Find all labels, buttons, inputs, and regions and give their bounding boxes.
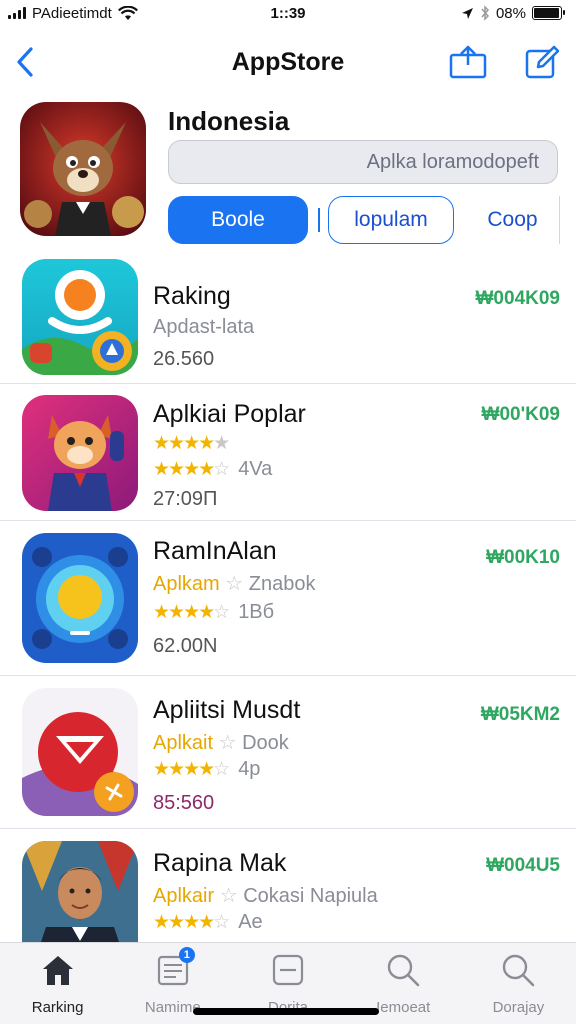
back-chevron-icon xyxy=(17,47,33,77)
list-item[interactable]: RamInAlan Aplkam ☆ Znabok ★★★★☆ 1Bб 62.0… xyxy=(0,521,576,676)
star-outline-icon: ☆ xyxy=(225,573,244,595)
battery-percent: 08% xyxy=(495,4,526,22)
segment-lopulam[interactable]: lopulam xyxy=(328,196,454,244)
star-rating-icon: ★★★★★ xyxy=(153,433,230,454)
rating-label: 4p xyxy=(238,758,261,780)
app-title: Raking xyxy=(153,282,231,310)
bluetooth-icon xyxy=(481,5,489,21)
wifi-icon xyxy=(117,5,138,20)
star-outline-icon: ☆ xyxy=(218,732,237,754)
battery-icon xyxy=(532,6,565,20)
segment-divider xyxy=(318,208,320,232)
app-subtitle-line: Aplkam ☆ Znabok xyxy=(153,571,315,596)
app-subtitle: Dook xyxy=(242,732,289,754)
app-title: RamInAlan xyxy=(153,537,277,565)
app-count: 27:09Π xyxy=(153,488,218,510)
app-rating: ★★★★☆ 4p xyxy=(153,758,260,781)
notification-badge: 1 xyxy=(178,947,195,963)
star-rating-icon: ★★★★☆ xyxy=(153,912,230,933)
tab-label: Iemoeat xyxy=(376,999,431,1016)
list-item[interactable]: Raking Apdast-lata 26.560 ₩004K09 xyxy=(0,250,576,384)
app-price[interactable]: ₩004U5 xyxy=(486,855,560,877)
app-category: Aplkait xyxy=(153,732,214,754)
app-count: 85:560 xyxy=(153,792,215,814)
app-icon xyxy=(22,841,138,943)
star-outline-icon: ☆ xyxy=(219,885,238,907)
app-count: 62.00N xyxy=(153,635,218,657)
rating-label: Ae xyxy=(238,911,263,933)
app-title: Rapina Mak xyxy=(153,849,287,877)
status-time: 1::39 xyxy=(270,4,306,22)
tab-rarking[interactable]: Rarking xyxy=(0,943,115,1024)
app-price[interactable]: ₩00'K09 xyxy=(482,404,560,426)
app-icon xyxy=(22,259,138,375)
tab-label: Namime xyxy=(144,999,201,1016)
list-item[interactable]: Aplkiai Poplar ★★★★★ ★★★★☆ 4Va 27:09Π ₩0… xyxy=(0,384,576,521)
list-icon xyxy=(268,951,308,989)
app-category: Aplkair xyxy=(153,885,215,907)
rating-label: 4Va xyxy=(238,458,273,480)
search-field[interactable] xyxy=(168,140,558,184)
app-list: Raking Apdast-lata 26.560 ₩004K09 Aplkia… xyxy=(0,250,576,943)
segment-boole[interactable]: Boole xyxy=(168,196,308,244)
star-rating-icon: ★★★★☆ xyxy=(153,759,230,780)
compose-icon xyxy=(525,45,560,79)
search-icon xyxy=(383,951,423,989)
app-rating-small: ★★★★★ xyxy=(153,432,230,455)
star-rating-icon: ★★★★☆ xyxy=(153,602,230,623)
compose-button[interactable] xyxy=(522,42,562,82)
app-rating: ★★★★☆ 4Va xyxy=(153,458,272,481)
app-title: Aplkiai Poplar xyxy=(153,400,306,428)
app-icon xyxy=(22,533,138,663)
app-icon xyxy=(22,688,138,816)
app-subtitle: Znabok xyxy=(248,573,316,595)
nav-bar: AppStore xyxy=(0,36,576,88)
app-subtitle: Apdast-lata xyxy=(153,316,255,338)
page-title: AppStore xyxy=(231,47,345,76)
list-item[interactable]: Rapina Mak Aplkair ☆ Cokasi Napiula ★★★★… xyxy=(0,829,576,943)
app-subtitle-line: Aplkait ☆ Dook xyxy=(153,730,289,755)
rating-label: 1Bб xyxy=(238,601,275,623)
home-indicator[interactable] xyxy=(193,1008,379,1015)
app-rating: ★★★★☆ 1Bб xyxy=(153,601,274,624)
app-rating: ★★★★☆ Ae xyxy=(153,911,263,934)
search-input[interactable] xyxy=(169,150,539,174)
status-bar: PAdieetimdt 1::39 08% xyxy=(0,0,576,26)
share-icon xyxy=(449,45,487,79)
search-icon xyxy=(498,951,538,989)
signal-icon xyxy=(8,7,26,19)
app-price[interactable]: ₩004K09 xyxy=(476,288,561,310)
app-category: Aplkam xyxy=(153,573,220,595)
carrier-label: PAdieetimdt xyxy=(32,4,112,22)
featured-app-icon[interactable] xyxy=(20,102,146,236)
news-icon: 1 xyxy=(153,947,195,989)
app-subtitle: Cokasi Napiula xyxy=(243,885,378,907)
location-icon xyxy=(461,7,473,19)
segment-coop[interactable]: Coop xyxy=(466,196,560,244)
app-title: Apliitsi Musdt xyxy=(153,696,301,724)
app-subtitle-line: Aplkair ☆ Cokasi Napiula xyxy=(153,883,378,908)
app-count: 26.560 xyxy=(153,348,215,370)
share-button[interactable] xyxy=(446,42,490,82)
app-price[interactable]: ₩00K10 xyxy=(486,547,560,569)
list-item[interactable]: Apliitsi Musdt Aplkait ☆ Dook ★★★★☆ 4p 8… xyxy=(0,676,576,829)
status-right: 08% xyxy=(461,4,565,22)
tab-label: Rarking xyxy=(31,999,84,1016)
tab-dorajay[interactable]: Dorajay xyxy=(461,943,576,1024)
back-button[interactable] xyxy=(10,44,40,80)
star-rating-icon: ★★★★☆ xyxy=(153,459,230,480)
tab-label: Dorajay xyxy=(492,999,545,1016)
region-header: Indonesia Boole lopulam Coop xyxy=(0,100,576,250)
app-price[interactable]: ₩05KM2 xyxy=(481,704,560,726)
region-title: Indonesia xyxy=(168,106,290,136)
status-left: PAdieetimdt xyxy=(8,5,138,22)
home-icon xyxy=(38,951,78,989)
app-icon xyxy=(22,395,138,511)
